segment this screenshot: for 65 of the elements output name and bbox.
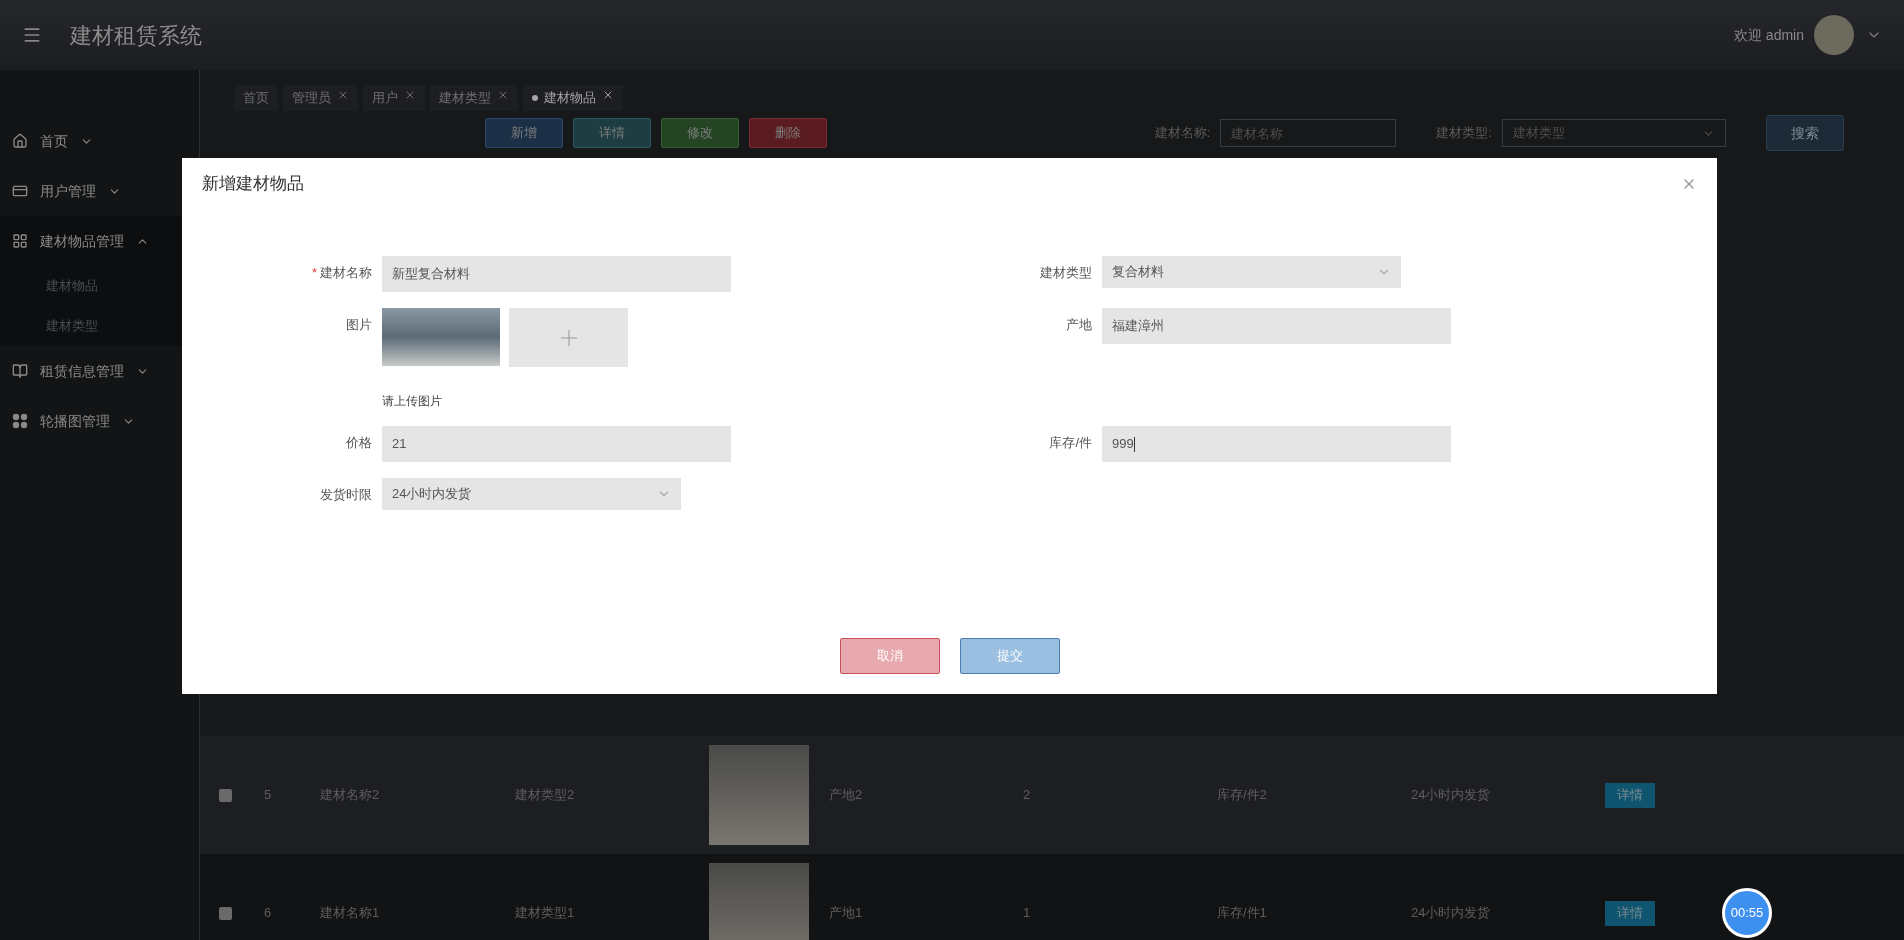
close-icon[interactable] [497, 89, 509, 101]
table-cell-text: 24小时内发货 [1411, 904, 1492, 923]
table-cell-text: 24小时内发货 [1411, 786, 1492, 805]
table-cell-text: 建材名称1 [320, 904, 381, 923]
table-cell-text: 6 [263, 904, 273, 923]
dialog-button[interactable]: 取消 [839, 638, 940, 674]
table-cell-text: 1 [1023, 904, 1032, 923]
close-icon[interactable] [404, 89, 416, 101]
avatar[interactable] [1814, 15, 1854, 55]
select-field[interactable]: 复合材料 [1102, 256, 1401, 288]
field-label: * 建材名称 [311, 264, 372, 282]
app-title: 建材租赁系统 [70, 21, 202, 50]
detail-button[interactable]: 详情 [1605, 900, 1655, 926]
table-cell-text: 2 [1023, 786, 1032, 805]
dialog-button[interactable]: 提交 [959, 638, 1060, 674]
page-tab[interactable]: 建材物品 [523, 85, 623, 111]
sidebar-item[interactable]: 首页 [0, 116, 199, 166]
table-cell-text: 产地1 [829, 904, 864, 923]
search-label: 建材名称: [1154, 124, 1211, 143]
checkbox[interactable] [218, 788, 232, 802]
card-icon [12, 183, 28, 199]
input-field[interactable]: 福建漳州 [1102, 308, 1451, 344]
close-icon[interactable] [602, 89, 614, 101]
field-label: 产地 [1066, 316, 1092, 334]
sidebar-item[interactable]: 租赁信息管理 [0, 346, 199, 396]
field-label: 图片 [346, 316, 372, 334]
grid-icon [12, 233, 28, 249]
modal-title: 新增建材物品 [202, 173, 304, 196]
welcome-text: 欢迎 admin [1733, 25, 1804, 45]
dots-icon [12, 413, 28, 429]
search-button[interactable]: 搜索 [1766, 115, 1844, 151]
select-field[interactable]: 24小时内发货 [382, 478, 681, 510]
toolbar-button[interactable]: 修改 [661, 118, 739, 148]
sidebar-item[interactable]: 轮播图管理 [0, 396, 199, 446]
close-icon[interactable] [337, 89, 349, 101]
search-field[interactable]: 建材名称 [1220, 119, 1397, 147]
search-label: 建材类型: [1436, 124, 1492, 143]
table-cell-text: 库存/件1 [1217, 904, 1268, 923]
toolbar-button[interactable]: 详情 [573, 118, 651, 148]
page-tab[interactable]: 用户 [363, 85, 425, 111]
detail-button[interactable]: 详情 [1605, 782, 1655, 808]
field-label: 发货时限 [320, 486, 372, 504]
field-label: 建材类型 [1040, 264, 1092, 282]
table-cell-text: 5 [263, 786, 273, 805]
upload-hint: 请上传图片 [382, 393, 443, 410]
table-cell-text: 建材类型2 [515, 786, 576, 805]
table-cell-text: 库存/件2 [1217, 786, 1268, 805]
menu-icon[interactable] [22, 25, 42, 45]
page-tab[interactable]: 管理员 [283, 85, 358, 111]
table-cell-text: 产地2 [829, 786, 864, 805]
input-field[interactable]: 新型复合材料 [382, 256, 731, 292]
book-icon [12, 363, 28, 379]
input-field[interactable]: 21 [382, 426, 731, 462]
field-label: 库存/件 [1049, 434, 1092, 452]
field-label: 价格 [346, 434, 372, 452]
page-tab[interactable]: 首页 [234, 85, 278, 111]
table-cell-text: 建材名称2 [320, 786, 381, 805]
sidebar-item[interactable]: 用户管理 [0, 166, 199, 216]
table-cell-text: 建材类型1 [515, 904, 576, 923]
home-icon [12, 133, 28, 149]
checkbox[interactable] [218, 906, 232, 920]
page-tab[interactable]: 建材类型 [430, 85, 518, 111]
input-field[interactable]: 999 [1102, 426, 1451, 462]
toolbar-button[interactable]: 新增 [485, 118, 563, 148]
toolbar-button[interactable]: 删除 [749, 118, 827, 148]
